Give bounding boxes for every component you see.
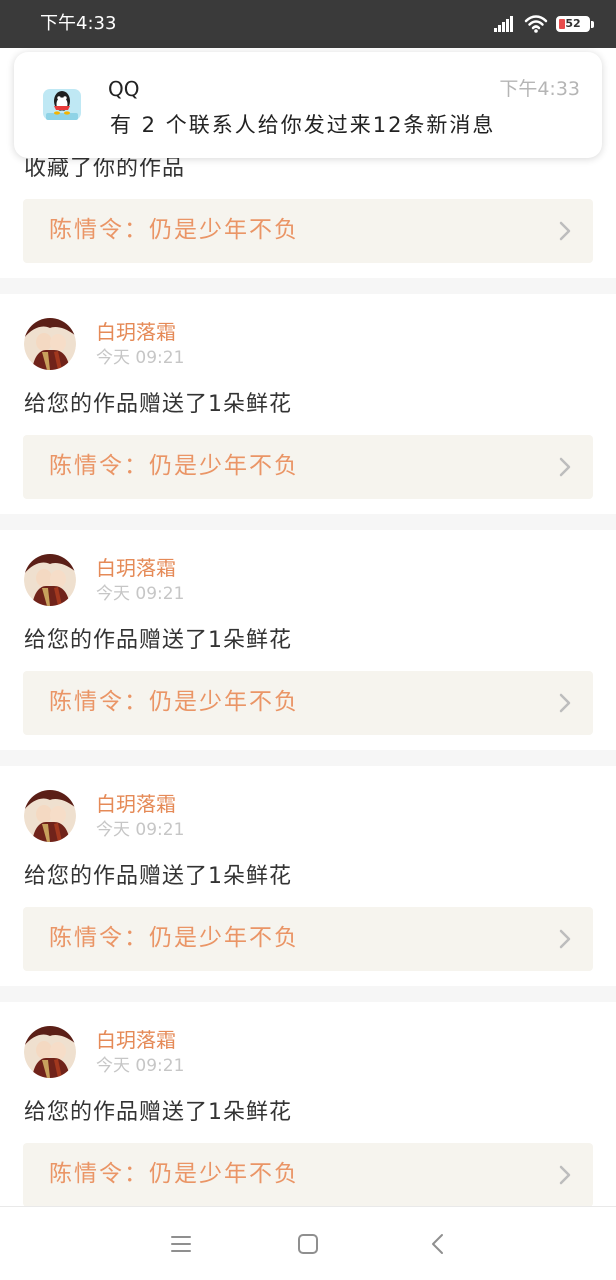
battery-icon: 52 [556,16,590,32]
avatar[interactable] [24,554,76,606]
card-action-text: 给您的作品赠送了1朵鲜花 [24,864,292,889]
work-title: 陈情令：仍是少年不负 [49,453,299,479]
notification-message: 有 2 个联系人给你发过来12条新消息 [110,113,496,137]
message-card: 白玥落霜 今天 09:21 给您的作品赠送了1朵鲜花 陈情令：仍是少年不负 [0,530,616,750]
message-list: 收藏了你的作品 陈情令：仍是少年不负 白玥落霜 今天 09:21 给您的作品赠送… [0,114,616,1222]
work-link[interactable]: 陈情令：仍是少年不负 [23,907,593,971]
system-navigation-bar [0,1206,616,1280]
message-screen: 下午4:33 52 消息 [0,0,616,1280]
chevron-right-icon [559,1165,571,1185]
chevron-right-icon [559,457,571,477]
status-icons: 52 [494,14,594,34]
message-time: 今天 09:21 [96,1056,185,1076]
status-time: 下午4:33 [40,13,117,34]
message-time: 今天 09:21 [96,820,185,840]
work-title: 陈情令：仍是少年不负 [49,689,299,715]
message-card: 白玥落霜 今天 09:21 给您的作品赠送了1朵鲜花 陈情令：仍是少年不负 [0,1002,616,1222]
work-title: 陈情令：仍是少年不负 [49,1161,299,1187]
battery-cap [591,20,594,28]
username[interactable]: 白玥落霜 [96,318,176,346]
avatar[interactable] [24,318,76,370]
notification-time: 下午4:33 [499,78,580,100]
menu-icon[interactable] [166,1229,196,1259]
work-link[interactable]: 陈情令：仍是少年不负 [23,671,593,735]
avatar[interactable] [24,1026,76,1078]
home-icon[interactable] [293,1229,323,1259]
signal-icon [494,16,514,32]
work-link[interactable]: 陈情令：仍是少年不负 [23,435,593,499]
qq-notification[interactable]: QQ 下午4:33 有 2 个联系人给你发过来12条新消息 [14,52,602,158]
wifi-icon [524,15,548,33]
card-action-text: 给您的作品赠送了1朵鲜花 [24,392,292,417]
message-time: 今天 09:21 [96,348,185,368]
work-link[interactable]: 陈情令：仍是少年不负 [23,1143,593,1207]
work-title: 陈情令：仍是少年不负 [49,217,299,243]
chevron-right-icon [559,693,571,713]
message-time: 今天 09:21 [96,584,185,604]
qq-icon [43,89,81,120]
battery-percentage: 52 [565,17,581,30]
chevron-right-icon [559,221,571,241]
username[interactable]: 白玥落霜 [96,1026,176,1054]
work-title: 陈情令：仍是少年不负 [49,925,299,951]
avatar[interactable] [24,790,76,842]
status-bar: 下午4:33 52 [0,0,616,48]
message-card: 白玥落霜 今天 09:21 给您的作品赠送了1朵鲜花 陈情令：仍是少年不负 [0,294,616,514]
message-card: 白玥落霜 今天 09:21 给您的作品赠送了1朵鲜花 陈情令：仍是少年不负 [0,766,616,986]
card-action-text: 给您的作品赠送了1朵鲜花 [24,628,292,653]
back-icon[interactable] [423,1229,453,1259]
notification-app-name: QQ [108,77,140,101]
work-link[interactable]: 陈情令：仍是少年不负 [23,199,593,263]
card-action-text: 给您的作品赠送了1朵鲜花 [24,1100,292,1125]
username[interactable]: 白玥落霜 [96,790,176,818]
chevron-right-icon [559,929,571,949]
username[interactable]: 白玥落霜 [96,554,176,582]
